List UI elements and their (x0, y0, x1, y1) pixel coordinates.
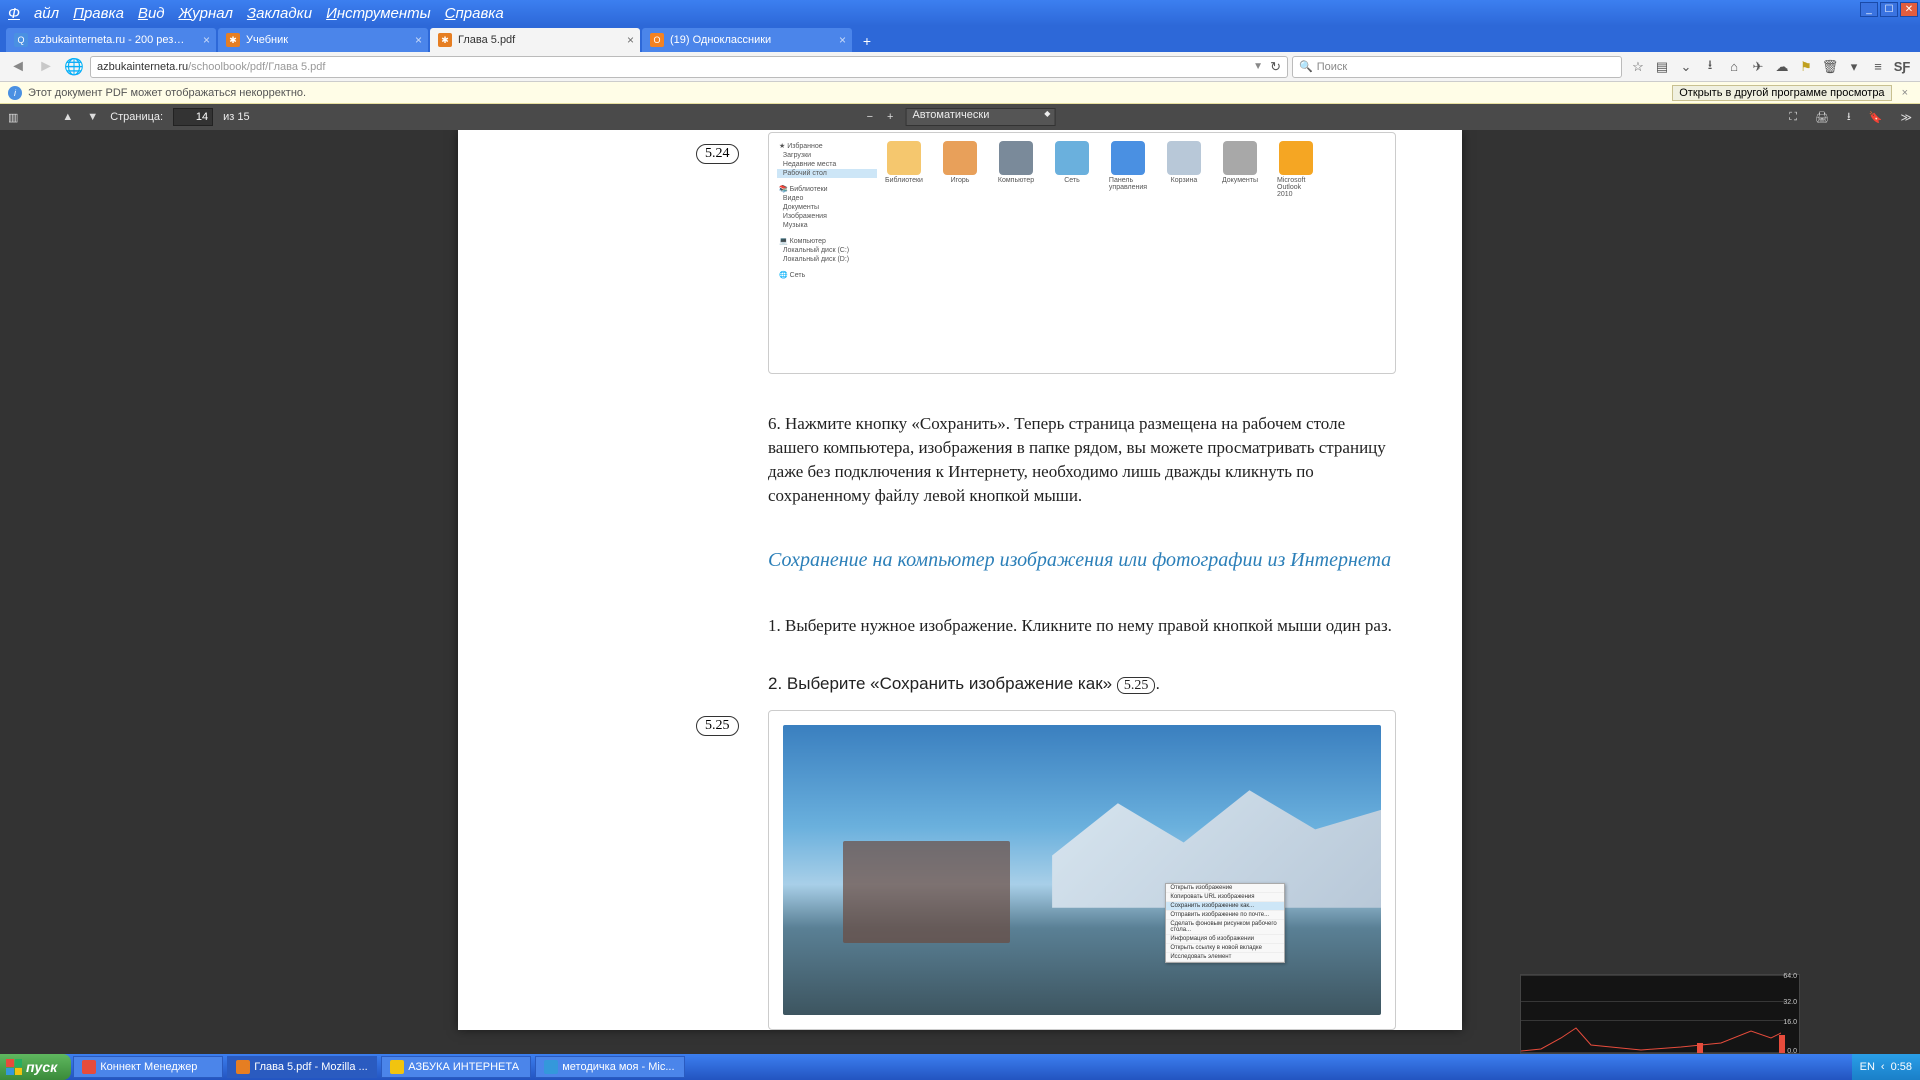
menu-bookmarks[interactable]: Закладки (247, 5, 312, 22)
page-up-icon[interactable]: ▲ (60, 109, 75, 125)
windows-logo-icon (6, 1059, 22, 1075)
dropdown-icon[interactable]: ▼ (1253, 61, 1263, 72)
tray-icon[interactable]: ‹ (1881, 1061, 1885, 1073)
menu-file[interactable]: Файл (8, 5, 59, 22)
fullscreen-icon[interactable]: ⛶ (1787, 109, 1799, 126)
page-label: Страница: (110, 111, 163, 123)
menu-bar: Файл Правка Вид Журнал Закладки Инструме… (0, 0, 1920, 26)
close-icon[interactable]: × (1898, 87, 1912, 99)
taskbar-item-firefox[interactable]: Глава 5.pdf - Mozilla ... (227, 1056, 377, 1078)
close-icon[interactable]: × (627, 33, 634, 47)
figure-524-explorer: ★ Избранное Загрузки Недавние места Рабо… (768, 132, 1396, 374)
pdf-toolbar: ▥ ▲ ▼ Страница: из 15 − + Автоматически … (0, 104, 1920, 130)
menu-history[interactable]: Журнал (179, 5, 233, 22)
download-icon[interactable]: ⭳ (1845, 106, 1853, 129)
back-button[interactable]: ◄ (6, 55, 30, 79)
pdf-icon: ✱ (438, 33, 452, 47)
toolbar-icons: ☆ ▤ ⌄ ⭳ ⌂ ✈ ☁ ⚑ 🗑 ▾ ≡ SƑ (1626, 59, 1914, 75)
step-2-text: 2. Выберите «Сохранить изображение как» … (768, 672, 1396, 698)
language-indicator[interactable]: EN (1860, 1061, 1875, 1073)
home-icon[interactable]: ⌂ (1726, 59, 1742, 75)
taskbar-item-connect-manager[interactable]: Коннект Менеджер (73, 1056, 223, 1078)
notification-text: Этот документ PDF может отображаться нек… (28, 87, 306, 99)
network-graph-widget: 64.0 32.0 16.0 0.0 (1520, 974, 1800, 1054)
figure-label-524: 5.24 (696, 144, 739, 164)
tab-odnoklassniki[interactable]: O (19) Одноклассники × (642, 28, 852, 52)
minimize-button[interactable]: _ (1860, 2, 1878, 17)
send-icon[interactable]: ✈ (1750, 59, 1766, 75)
step-1-text: 1. Выберите нужное изображение. Кликните… (768, 614, 1396, 638)
print-icon[interactable]: 🖨 (1813, 109, 1831, 126)
url-input[interactable]: azbukainterneta.ru/schoolbook/pdf/Глава … (90, 56, 1288, 78)
trash-icon[interactable]: 🗑 (1822, 59, 1838, 75)
site-icon: ✱ (226, 33, 240, 47)
tab-bar: Q azbukainterneta.ru - 200 рез… × ✱ Учеб… (0, 26, 1920, 52)
tab-chapter5-pdf[interactable]: ✱ Глава 5.pdf × (430, 28, 640, 52)
close-icon[interactable]: × (415, 33, 422, 47)
globe-icon: 🌐 (62, 55, 86, 79)
open-other-viewer-button[interactable]: Открыть в другой программе просмотра (1672, 85, 1891, 101)
pdf-page: 5.24 ★ Избранное Загрузки Недавние места… (458, 130, 1462, 1030)
savefrom-icon[interactable]: SƑ (1894, 59, 1910, 75)
taskbar-item-folder[interactable]: АЗБУКА ИНТЕРНЕТА (381, 1056, 531, 1078)
menu-view[interactable]: Вид (138, 5, 165, 22)
reload-button[interactable]: ↻ (1270, 59, 1281, 75)
bookmark-star-icon[interactable]: ☆ (1630, 59, 1646, 75)
figure-label-525: 5.25 (696, 716, 739, 736)
puzzle-icon[interactable]: ⚑ (1798, 59, 1814, 75)
search-input[interactable]: 🔍 Поиск (1292, 56, 1622, 78)
search-icon: 🔍 (1299, 60, 1313, 73)
address-bar: ◄ ► 🌐 azbukainterneta.ru/schoolbook/pdf/… (0, 52, 1920, 82)
clock[interactable]: 0:58 (1891, 1061, 1912, 1073)
maximize-button[interactable]: ☐ (1880, 2, 1898, 17)
bookmark-icon[interactable]: 🔖 (1867, 109, 1885, 126)
menu-edit[interactable]: Правка (73, 5, 124, 22)
tab-search-results[interactable]: Q azbukainterneta.ru - 200 рез… × (6, 28, 216, 52)
explorer-icons: Библиотеки Игорь Компьютер Сеть Панель у… (885, 141, 1315, 198)
zoom-in-icon[interactable]: + (885, 109, 895, 125)
tab-textbook[interactable]: ✱ Учебник × (218, 28, 428, 52)
download-icon[interactable]: ⭳ (1702, 59, 1718, 75)
taskbar-item-word[interactable]: методичка моя - Mic... (535, 1056, 685, 1078)
sidebar-toggle-icon[interactable]: ▥ (6, 109, 20, 126)
taskbar: пуск Коннект Менеджер Глава 5.pdf - Mozi… (0, 1054, 1920, 1080)
page-number-input[interactable] (173, 108, 213, 126)
forward-button[interactable]: ► (34, 55, 58, 79)
system-tray[interactable]: EN ‹ 0:58 (1852, 1054, 1920, 1080)
page-down-icon[interactable]: ▼ (85, 109, 100, 125)
overflow-icon[interactable]: ▾ (1846, 59, 1862, 75)
close-icon[interactable]: × (203, 33, 210, 47)
menu-tools[interactable]: Инструменты (326, 5, 431, 22)
pdf-viewer[interactable]: 5.24 ★ Избранное Загрузки Недавние места… (0, 130, 1920, 1054)
start-button[interactable]: пуск (0, 1054, 71, 1080)
figure-525-photo: Открыть изображение Копировать URL изобр… (768, 710, 1396, 1030)
zoom-out-icon[interactable]: − (865, 109, 875, 125)
step-6-text: 6. Нажмите кнопку «Сохранить». Теперь ст… (768, 412, 1396, 508)
chat-icon[interactable]: ☁ (1774, 59, 1790, 75)
tools-icon[interactable]: ≫ (1898, 109, 1914, 126)
caret-icon: ◆ (1044, 109, 1050, 118)
pdf-notification-bar: i Этот документ PDF может отображаться н… (0, 82, 1920, 104)
zoom-select[interactable]: Автоматически ◆ (905, 108, 1055, 126)
pocket-icon[interactable]: ⌄ (1678, 59, 1694, 75)
reading-list-icon[interactable]: ▤ (1654, 59, 1670, 75)
menu-icon[interactable]: ≡ (1870, 59, 1886, 75)
new-tab-button[interactable]: + (854, 30, 880, 52)
context-menu-illustration: Открыть изображение Копировать URL изобр… (1165, 883, 1285, 963)
total-pages-label: из 15 (223, 111, 249, 123)
ok-icon: O (650, 33, 664, 47)
close-icon[interactable]: × (839, 33, 846, 47)
window-controls: _ ☐ ✕ (1860, 2, 1918, 17)
close-button[interactable]: ✕ (1900, 2, 1918, 17)
search-icon: Q (14, 33, 28, 47)
section-heading: Сохранение на компьютер изображения или … (768, 548, 1396, 572)
explorer-sidebar: ★ Избранное Загрузки Недавние места Рабо… (777, 141, 877, 280)
info-icon: i (8, 86, 22, 100)
menu-help[interactable]: Справка (445, 5, 504, 22)
